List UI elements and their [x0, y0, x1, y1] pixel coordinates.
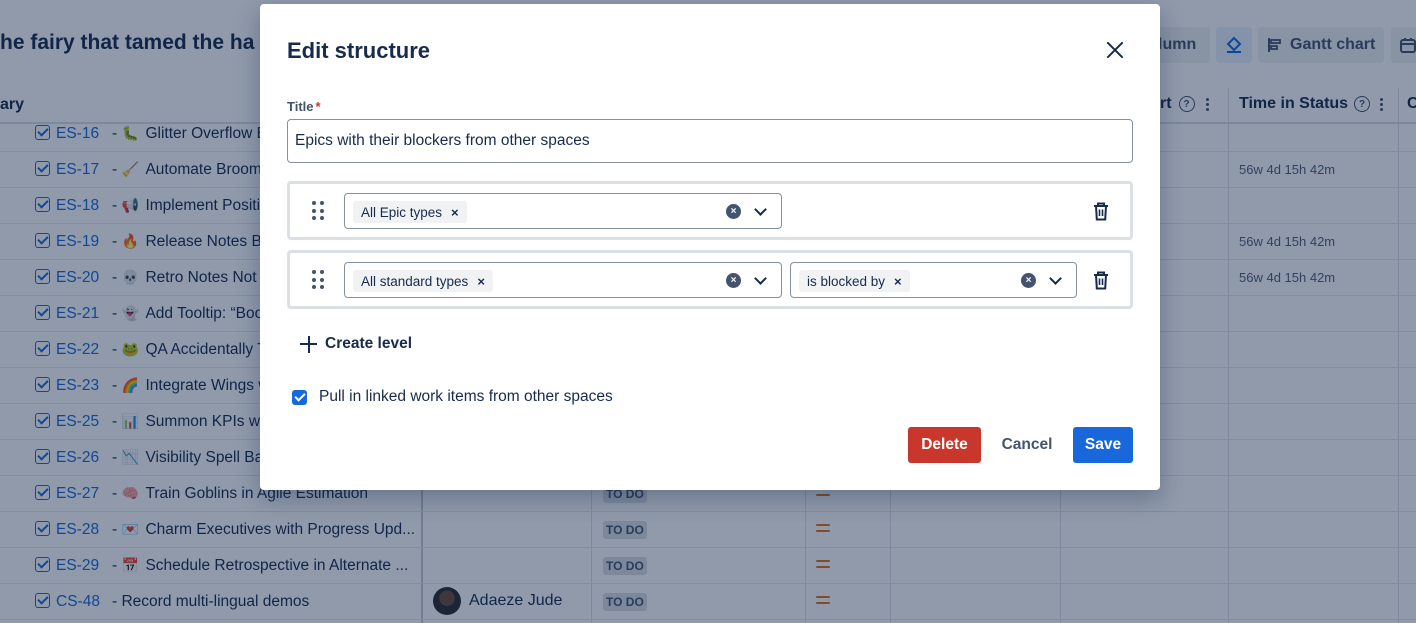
title-label-text: Title	[287, 99, 314, 114]
cancel-button[interactable]: Cancel	[991, 427, 1063, 463]
chip-label: All Epic types	[361, 204, 443, 220]
work-type-select[interactable]: All Epic types × ×	[344, 193, 782, 229]
delete-button[interactable]: Delete	[908, 427, 981, 463]
chip-remove-icon[interactable]: ×	[451, 205, 459, 220]
chevron-down-icon[interactable]	[1049, 272, 1062, 285]
close-icon[interactable]	[1103, 38, 1127, 62]
chip-remove-icon[interactable]: ×	[477, 274, 485, 289]
work-type-select[interactable]: All standard types × ×	[344, 262, 782, 298]
create-level-button[interactable]: Create level	[300, 335, 412, 353]
dialog-title: Edit structure	[287, 38, 431, 63]
selected-chip: All standard types ×	[353, 270, 493, 292]
drag-handle-icon[interactable]	[312, 270, 324, 289]
chevron-down-icon[interactable]	[754, 272, 767, 285]
structure-level-2: All standard types × × is blocked by × ×	[287, 250, 1133, 309]
chip-label: is blocked by	[807, 273, 886, 289]
save-button[interactable]: Save	[1073, 427, 1133, 463]
trash-icon[interactable]	[1093, 271, 1109, 290]
clear-icon[interactable]: ×	[726, 273, 741, 288]
pull-linked-label[interactable]: Pull in linked work items from other spa…	[319, 388, 613, 406]
chevron-down-icon[interactable]	[754, 203, 767, 216]
structure-level-1: All Epic types × ×	[287, 181, 1133, 240]
pull-linked-checkbox[interactable]	[292, 389, 307, 405]
create-level-label: Create level	[325, 335, 413, 352]
chip-label: All standard types	[361, 273, 469, 289]
trash-icon[interactable]	[1093, 202, 1109, 221]
clear-icon[interactable]: ×	[726, 204, 741, 219]
required-mark: *	[315, 99, 321, 114]
chip-remove-icon[interactable]: ×	[894, 274, 902, 289]
edit-structure-dialog: Edit structure Title* All Epic types × ×…	[260, 4, 1160, 490]
pull-linked-option: Pull in linked work items from other spa…	[292, 388, 613, 406]
plus-icon	[300, 335, 317, 353]
title-field-label: Title *	[287, 99, 321, 114]
drag-handle-icon[interactable]	[312, 201, 324, 220]
clear-icon[interactable]: ×	[1021, 273, 1036, 288]
selected-chip: is blocked by ×	[799, 270, 910, 292]
link-type-select[interactable]: is blocked by × ×	[790, 262, 1077, 298]
selected-chip: All Epic types ×	[353, 201, 467, 223]
title-input[interactable]	[287, 119, 1133, 163]
